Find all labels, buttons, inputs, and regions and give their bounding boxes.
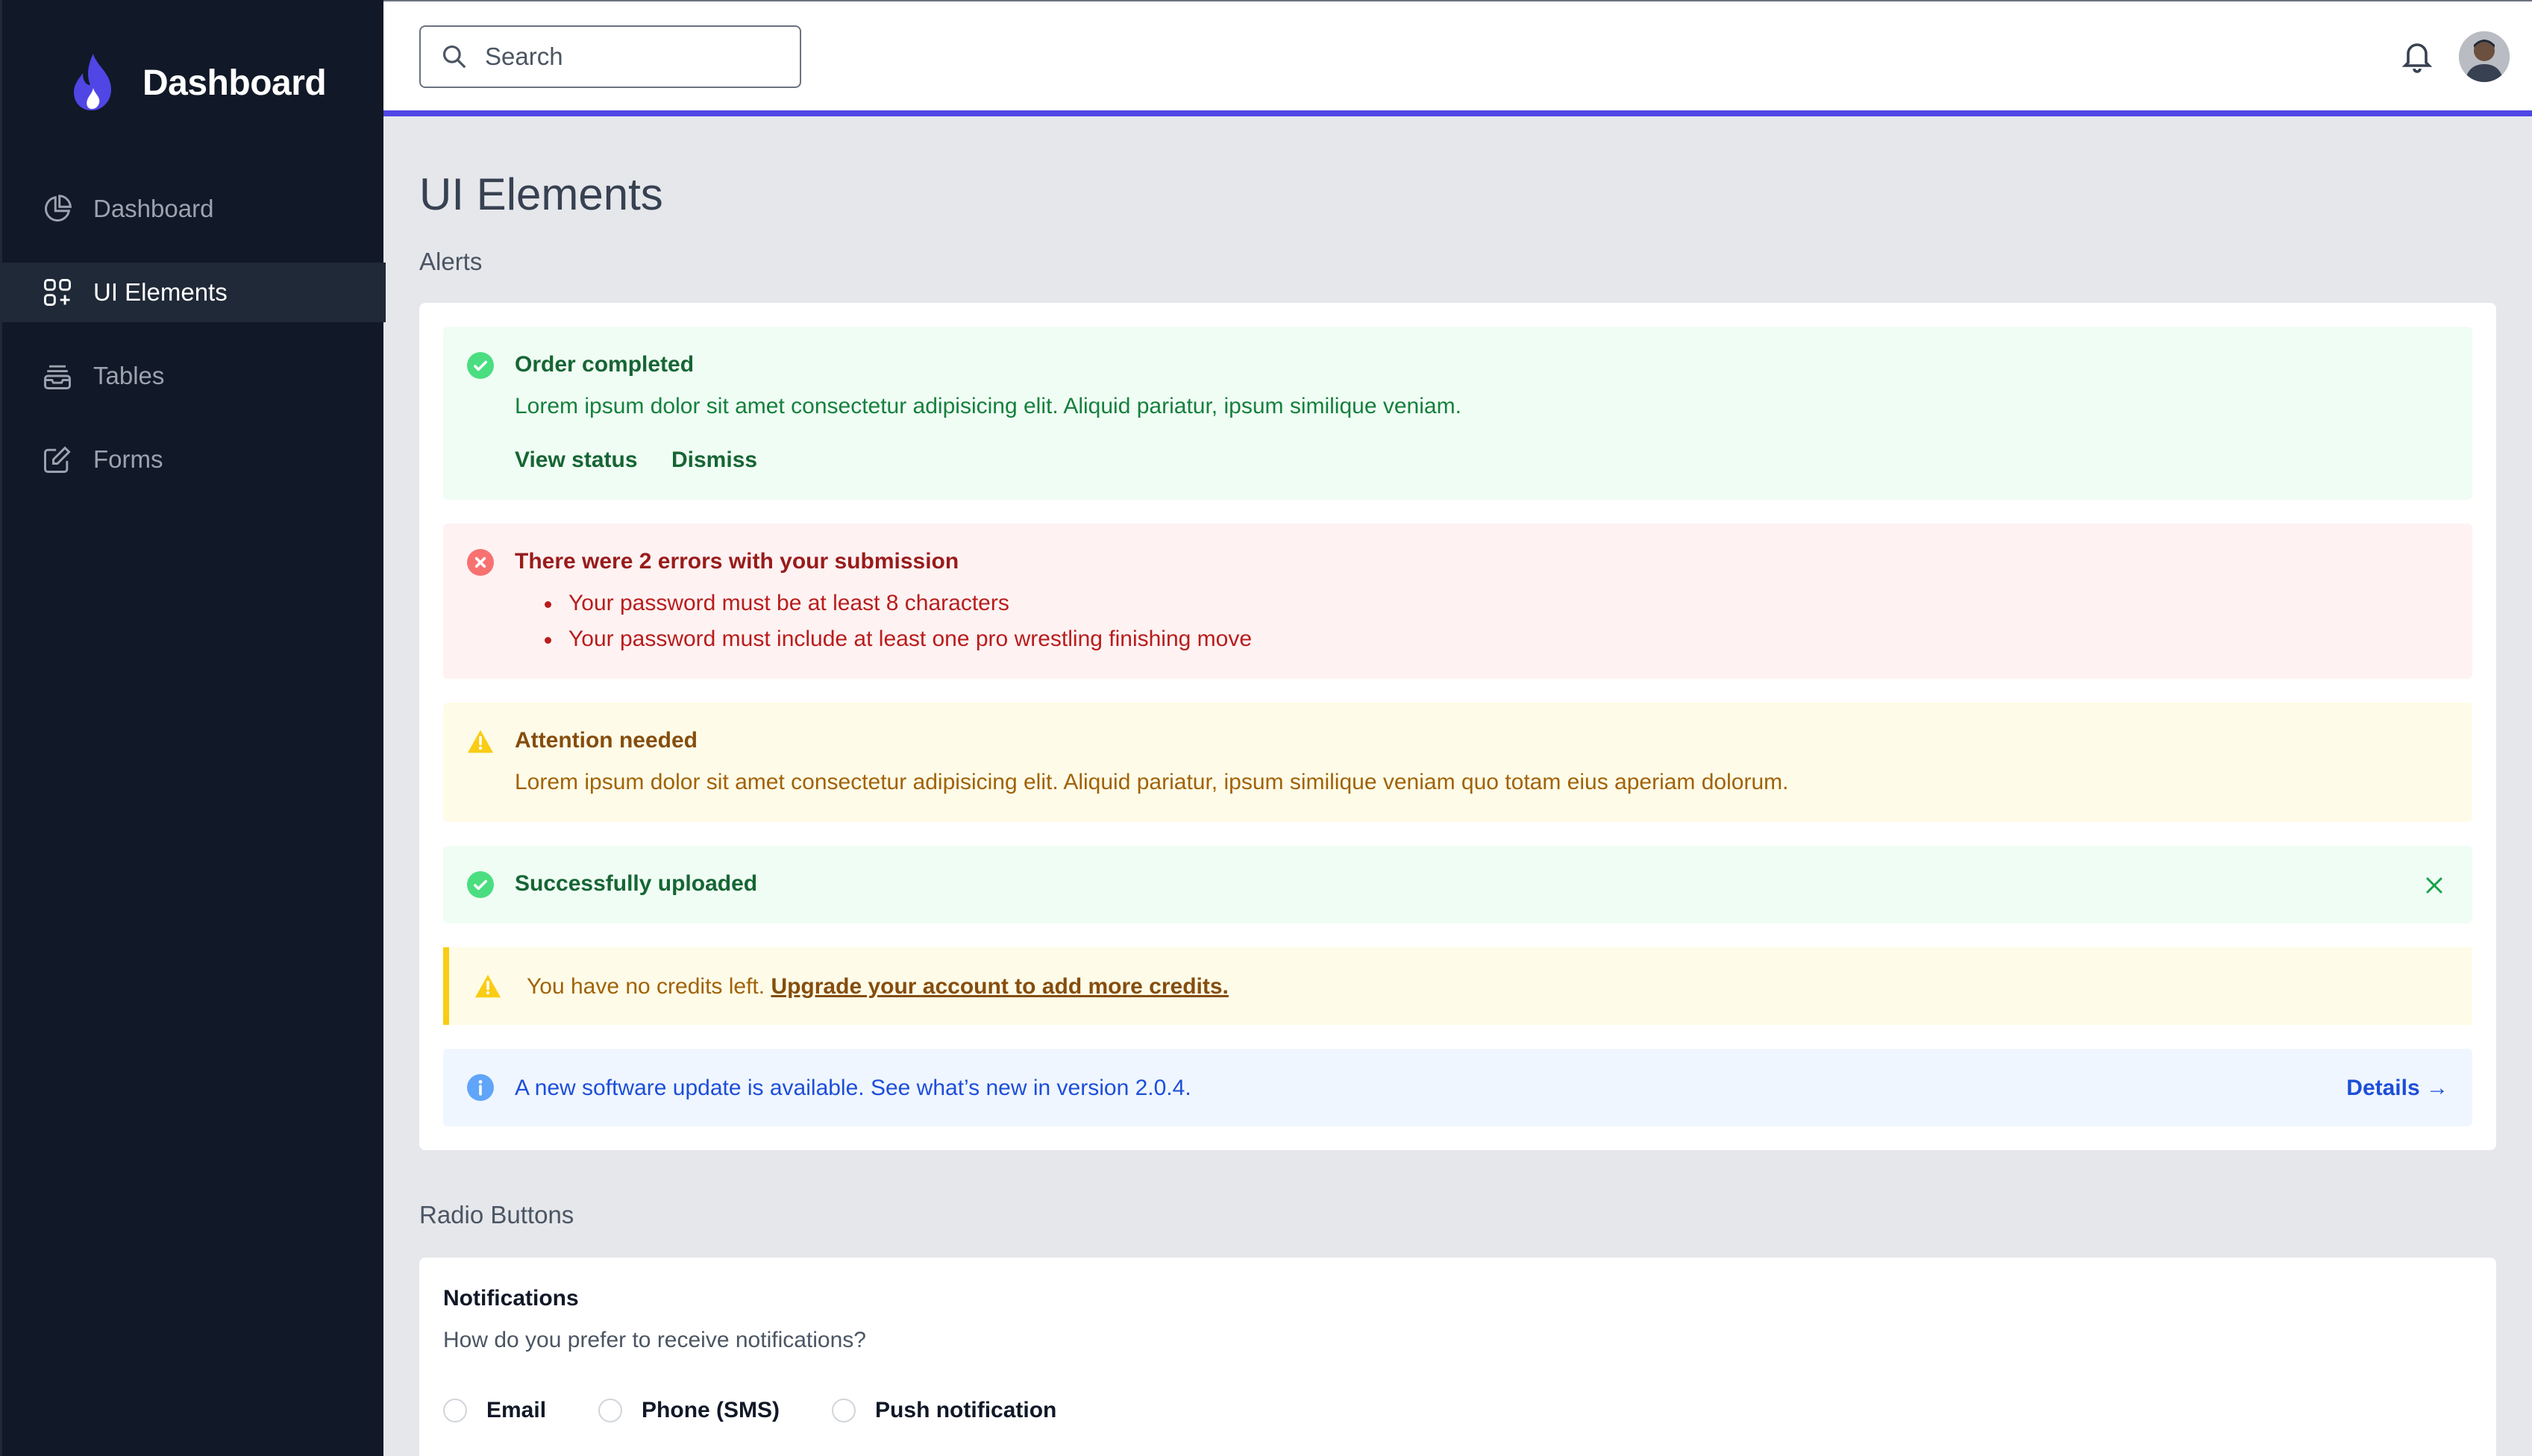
alert-body: Lorem ipsum dolor sit amet consectetur a… — [515, 770, 1789, 794]
bell-icon[interactable] — [2399, 37, 2435, 76]
brand-title: Dashboard — [142, 63, 327, 103]
sidebar-item-label: UI Elements — [93, 278, 228, 306]
warning-triangle-icon — [474, 974, 501, 998]
page-title: UI Elements — [419, 169, 663, 219]
radio-option-email[interactable]: Email — [443, 1398, 546, 1423]
radio-label: Phone (SMS) — [642, 1398, 780, 1422]
check-circle-icon — [467, 871, 494, 898]
squares-plus-icon — [44, 279, 71, 306]
upgrade-account-link[interactable]: Upgrade your account to add more credits… — [771, 974, 1228, 999]
user-avatar-icon — [2459, 31, 2510, 82]
details-link[interactable]: Details → — [2346, 1076, 2448, 1101]
error-item: Your password must include at least one … — [539, 627, 1252, 652]
radio-group: Email Phone (SMS) Push notification — [443, 1398, 1109, 1423]
radio-section-label: Radio Buttons — [419, 1201, 574, 1228]
sidebar: Dashboard Dashboard UI Elements Tables F… — [0, 0, 386, 1456]
radio-button[interactable] — [832, 1399, 856, 1422]
notifications-subtitle: How do you prefer to receive notificatio… — [443, 1328, 866, 1352]
radio-card: Notifications How do you prefer to recei… — [419, 1258, 2496, 1456]
credits-text: You have no credits left. — [527, 974, 771, 999]
sidebar-item-dashboard[interactable]: Dashboard — [2, 179, 386, 239]
credits-message: You have no credits left. Upgrade your a… — [527, 974, 1229, 1000]
update-message: A new software update is available. See … — [515, 1076, 1191, 1100]
search-icon — [442, 45, 466, 69]
inbox-stack-icon — [44, 365, 71, 389]
sidebar-item-label: Dashboard — [93, 195, 214, 222]
alert-body: Lorem ipsum dolor sit amet consectetur a… — [515, 394, 1461, 418]
brand[interactable]: Dashboard — [68, 52, 327, 113]
flame-logo-icon — [74, 54, 111, 110]
alert-title: Order completed — [515, 352, 695, 377]
radio-button[interactable] — [598, 1399, 623, 1422]
sidebar-item-label: Forms — [93, 445, 163, 473]
alert-uploaded: Successfully uploaded — [443, 846, 2472, 923]
radio-label: Push notification — [875, 1398, 1057, 1422]
pie-chart-icon — [45, 195, 72, 222]
alert-title: Attention needed — [515, 728, 698, 753]
close-icon[interactable] — [2423, 874, 2445, 897]
warning-triangle-icon — [467, 729, 494, 753]
sidebar-item-forms[interactable]: Forms — [2, 430, 386, 489]
pencil-square-icon — [44, 446, 71, 473]
alert-credits: You have no credits left. Upgrade your a… — [443, 947, 2472, 1025]
notifications-title: Notifications — [443, 1286, 579, 1311]
x-circle-icon — [467, 549, 494, 576]
sidebar-item-ui-elements[interactable]: UI Elements — [2, 263, 386, 322]
alerts-card: Order completed Lorem ipsum dolor sit am… — [419, 303, 2496, 1150]
check-circle-icon — [467, 352, 494, 379]
radio-label: Email — [486, 1398, 547, 1422]
alert-update: A new software update is available. See … — [443, 1049, 2472, 1126]
dismiss-button[interactable]: Dismiss — [671, 448, 757, 473]
alert-title: There were 2 errors with your submission — [515, 549, 959, 574]
sidebar-nav: Dashboard UI Elements Tables Forms — [2, 179, 386, 513]
info-circle-icon — [467, 1074, 494, 1101]
radio-option-push[interactable]: Push notification — [832, 1398, 1056, 1423]
error-item: Your password must be at least 8 charact… — [539, 591, 1252, 616]
alerts-section-label: Alerts — [419, 248, 483, 275]
search-box[interactable] — [419, 25, 801, 88]
radio-option-sms[interactable]: Phone (SMS) — [598, 1398, 780, 1423]
search-input[interactable] — [485, 43, 783, 71]
alert-title: Successfully uploaded — [515, 871, 758, 896]
alert-errors: There were 2 errors with your submission… — [443, 524, 2472, 679]
sidebar-item-label: Tables — [93, 362, 165, 389]
error-list: Your password must be at least 8 charact… — [539, 591, 1252, 662]
alert-order-completed: Order completed Lorem ipsum dolor sit am… — [443, 327, 2472, 500]
top-header — [383, 0, 2532, 116]
view-status-button[interactable]: View status — [515, 448, 638, 473]
user-avatar[interactable] — [2459, 31, 2510, 82]
alert-attention: Attention needed Lorem ipsum dolor sit a… — [443, 703, 2472, 822]
radio-button[interactable] — [443, 1399, 467, 1422]
sidebar-item-tables[interactable]: Tables — [2, 346, 386, 406]
